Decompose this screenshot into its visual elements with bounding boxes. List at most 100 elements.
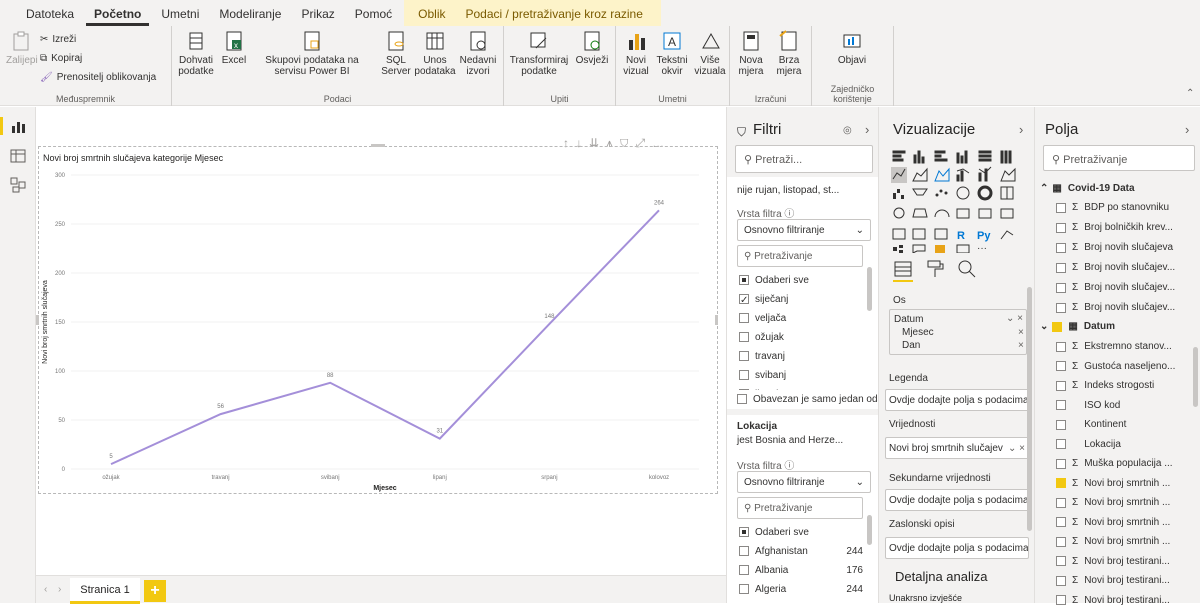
refresh-button[interactable]: Osvježi <box>572 30 612 66</box>
filter-item[interactable]: Afghanistan 244 <box>739 546 863 557</box>
tooltips-well[interactable]: Ovdje dodajte polja s podacima <box>885 537 1029 559</box>
filter-item[interactable]: Algeria 244 <box>739 584 863 595</box>
select-all-checkbox[interactable]: Odaberi sve <box>739 527 809 538</box>
paint-roller-icon[interactable] <box>925 259 945 279</box>
format-painter-button[interactable]: 🖌 Prenositelj oblikovanja <box>40 72 156 83</box>
cut-button[interactable]: ✂ Izreži <box>40 34 76 45</box>
filters-search-input[interactable]: ⚲ Pretraži... <box>735 145 873 173</box>
transform-data-button[interactable]: Transformiraj podatke <box>508 30 570 77</box>
resize-handle-left[interactable] <box>36 315 39 325</box>
report-view-icon[interactable] <box>10 118 26 134</box>
y-tick-label: 50 <box>58 418 65 424</box>
field-item[interactable]: Σ Novi broj smrtnih ... <box>1056 536 1170 547</box>
filter-item[interactable]: travanj <box>739 351 785 362</box>
paste-button[interactable]: Zalijepi <box>6 30 38 66</box>
axis-well[interactable]: Datum ⌄ × Mjesec × Dan × <box>889 309 1027 355</box>
fields-well-icon[interactable] <box>893 259 913 279</box>
more-visuals-button[interactable]: Više vizuala <box>692 30 728 77</box>
field-item[interactable]: Σ Broj novih slučajev... <box>1056 282 1175 293</box>
copy-button[interactable]: ⧉ Kopiraj <box>40 53 82 64</box>
filter-item[interactable]: Albania 176 <box>739 565 863 576</box>
prev-page-icon[interactable]: ‹ <box>44 584 47 595</box>
filter-type-dropdown[interactable]: Osnovno filtriranje ⌄ <box>737 471 871 493</box>
field-item[interactable]: Σ BDP po stanovniku <box>1056 202 1169 213</box>
tab-datoteka[interactable]: Datoteka <box>18 7 82 26</box>
legend-well[interactable]: Ovdje dodajte polja s podacima <box>885 389 1029 411</box>
filter-item[interactable]: ✓ siječanj <box>739 294 788 306</box>
filter-item[interactable]: svibanj <box>739 370 786 381</box>
field-item[interactable]: ΣLokacija <box>1056 439 1121 450</box>
remove-field-icon[interactable]: × <box>1018 340 1024 351</box>
fields-search-input[interactable]: ⚲ Pretraživanje <box>1043 145 1195 171</box>
field-item[interactable]: Σ Broj bolničkih krev... <box>1056 222 1173 233</box>
field-name: Indeks strogosti <box>1084 380 1155 391</box>
field-item[interactable]: Σ Novi broj smrtnih ... <box>1056 478 1170 489</box>
new-measure-button[interactable]: Nova mjera <box>734 30 768 77</box>
get-data-button[interactable]: Dohvati podatke <box>176 30 216 77</box>
tab-prikaz[interactable]: Prikaz <box>293 7 342 26</box>
field-item[interactable]: Σ Broj novih slučajev... <box>1056 302 1175 313</box>
select-all-checkbox[interactable]: Odaberi sve <box>739 275 809 286</box>
field-item[interactable]: Σ Muška populacija ... <box>1056 458 1173 469</box>
chevron-close-icon[interactable]: ⌄ × <box>1006 313 1023 324</box>
eye-icon[interactable]: ◎ <box>843 125 852 136</box>
secondary-values-well[interactable]: Ovdje dodajte polja s podacima <box>885 489 1029 511</box>
field-item[interactable]: Σ Indeks strogosti <box>1056 380 1154 391</box>
tab-pomoc[interactable]: Pomoć <box>347 7 400 26</box>
excel-button[interactable]: x Excel <box>220 30 248 66</box>
tab-pocetno[interactable]: Početno <box>86 7 150 26</box>
field-item[interactable]: Σ Broj novih slučajeva <box>1056 242 1173 253</box>
line-chart-visual[interactable]: Novi broj smrtnih slučajeva kategorije M… <box>36 144 718 494</box>
field-item[interactable]: Σ Ekstremno stanov... <box>1056 341 1172 352</box>
quick-measure-button[interactable]: Brza mjera <box>772 30 806 77</box>
filter-item[interactable]: veljača <box>739 313 786 324</box>
field-item[interactable]: Σ Broj novih slučajev... <box>1056 262 1175 273</box>
enter-data-button[interactable]: Unos podataka <box>414 30 456 77</box>
fields-pane-scrollbar[interactable] <box>1193 347 1198 407</box>
page-tab-stranica-1[interactable]: Stranica 1 <box>70 578 140 604</box>
collapse-filters-icon[interactable]: › <box>865 122 869 137</box>
field-item[interactable]: Σ Novi broj smrtnih ... <box>1056 517 1170 528</box>
viz-pane-scrollbar[interactable] <box>1027 287 1032 531</box>
resize-handle-right[interactable] <box>715 315 718 325</box>
model-view-icon[interactable] <box>10 177 26 193</box>
new-visual-button[interactable]: Novi vizual <box>620 30 652 77</box>
pbi-datasets-button[interactable]: Skupovi podataka na servisu Power BI <box>250 30 374 77</box>
table-datum[interactable]: ⌄ ▦ Datum <box>1040 321 1115 332</box>
collapse-viz-icon[interactable]: › <box>1019 122 1023 137</box>
values-well[interactable]: Novi broj smrtnih slučajev ⌄ × <box>885 437 1029 459</box>
tab-modeliranje[interactable]: Modeliranje <box>211 7 289 26</box>
filter-card-month-summary: nije rujan, listopad, st... <box>737 185 840 196</box>
tab-oblik[interactable]: Oblik <box>410 7 453 26</box>
recent-sources-button[interactable]: Nedavni izvori <box>458 30 498 77</box>
next-page-icon[interactable]: › <box>58 584 61 595</box>
add-page-button[interactable]: + <box>144 580 166 602</box>
field-item[interactable]: ΣISO kod <box>1056 400 1120 411</box>
field-item[interactable]: Σ Novi broj testirani... <box>1056 575 1170 586</box>
analytics-magnifier-icon[interactable] <box>957 259 977 279</box>
filter-values-search[interactable]: ⚲ Pretraživanje <box>737 245 863 267</box>
remove-field-icon[interactable]: × <box>1018 327 1024 338</box>
collapse-fields-icon[interactable]: › <box>1185 122 1189 137</box>
require-single-checkbox[interactable]: Obavezan je samo jedan oda <box>737 390 883 409</box>
publish-button[interactable]: Objavi <box>832 30 872 66</box>
table-covid-19-data[interactable]: ⌃ ▦ Covid-19 Data <box>1040 183 1135 194</box>
tab-umetni[interactable]: Umetni <box>153 7 207 26</box>
field-item[interactable]: ΣKontinent <box>1056 419 1126 430</box>
chevron-close-icon[interactable]: ⌄ × <box>1008 443 1025 454</box>
collapse-ribbon-icon[interactable]: ⌃ <box>1186 88 1194 99</box>
field-item[interactable]: Σ Novi broj smrtnih ... <box>1056 497 1170 508</box>
field-item[interactable]: Σ Novi broj testirani... <box>1056 595 1170 606</box>
text-box-button[interactable]: A Tekstni okvir <box>654 30 690 77</box>
filter-values-search[interactable]: ⚲ Pretraživanje <box>737 497 863 519</box>
visual-drag-handle[interactable] <box>371 144 385 147</box>
field-item[interactable]: Σ Gustoća naseljeno... <box>1056 361 1175 372</box>
data-view-icon[interactable] <box>10 148 26 164</box>
filter-list-scrollbar[interactable] <box>867 267 872 311</box>
filter-item[interactable]: ožujak <box>739 332 784 343</box>
filter-list-scrollbar[interactable] <box>867 515 872 545</box>
tab-podaci-pretrazivanje[interactable]: Podaci / pretraživanje kroz razine <box>457 7 650 26</box>
sql-server-button[interactable]: SQL Server <box>378 30 414 77</box>
filter-type-dropdown[interactable]: Osnovno filtriranje ⌄ <box>737 219 871 241</box>
field-item[interactable]: Σ Novi broj testirani... <box>1056 556 1170 567</box>
